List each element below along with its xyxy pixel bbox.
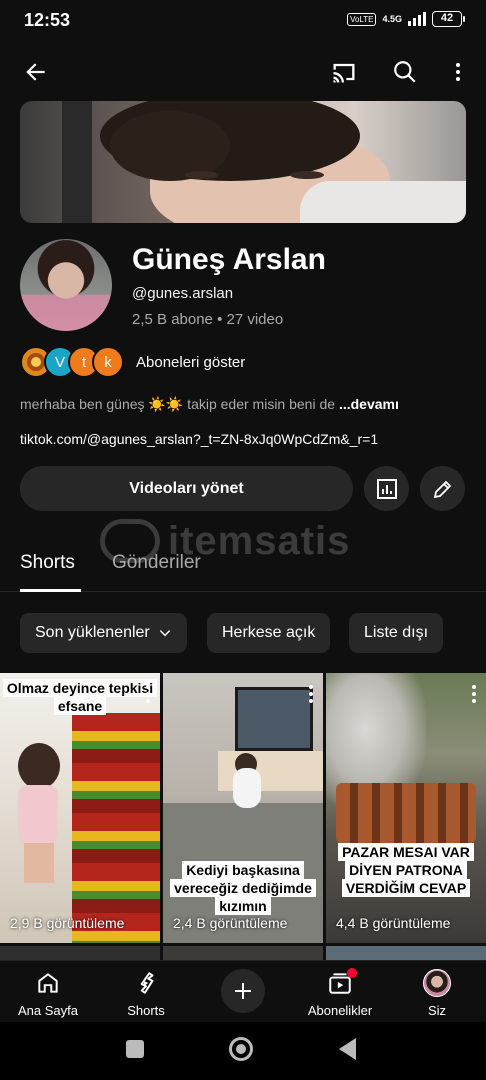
- notification-dot: [347, 968, 357, 978]
- active-tab-indicator: [20, 589, 81, 592]
- nav-home-label: Ana Sayfa: [18, 1003, 78, 1018]
- bottom-navigation: Ana Sayfa Shorts Abonelikler Siz: [0, 960, 486, 1022]
- short-menu-button[interactable]: [146, 685, 150, 706]
- bio-text: merhaba ben güneş ☀️☀️ takip eder misin …: [20, 396, 339, 412]
- short-views: 2,9 B görüntüleme: [10, 915, 125, 931]
- shorts-icon: [140, 972, 154, 994]
- sort-chip[interactable]: Son yüklenenler: [20, 613, 187, 653]
- battery-icon: 42: [432, 11, 465, 27]
- system-navigation-bar: [0, 1022, 486, 1080]
- subscriber-avatar: k: [92, 346, 124, 378]
- back-system-button[interactable]: [339, 1038, 356, 1060]
- status-time: 12:53: [24, 10, 71, 30]
- short-thumbnail[interactable]: Olmaz deyince tepkisi efsane 2,9 B görün…: [0, 673, 160, 943]
- short-caption: Kediyi başkasına vereceğiz dediğimde kız…: [163, 861, 323, 915]
- create-button[interactable]: [221, 969, 265, 1013]
- more-vert-icon: [456, 63, 460, 81]
- edit-pencil-icon: [433, 480, 451, 498]
- nav-subscriptions-label: Abonelikler: [307, 1003, 373, 1018]
- tab-shorts[interactable]: Shorts: [20, 552, 75, 574]
- channel-name: Güneş Arslan: [132, 243, 326, 276]
- short-menu-button[interactable]: [309, 685, 313, 706]
- nav-shorts[interactable]: Shorts: [106, 967, 186, 1018]
- channel-link[interactable]: tiktok.com/@agunes_arslan?_t=ZN-8xJq0WpC…: [20, 431, 378, 447]
- analytics-icon: [376, 478, 397, 499]
- short-thumbnail[interactable]: PAZAR MESAI VAR DİYEN PATRONA VERDİĞİM C…: [326, 673, 486, 943]
- public-filter-chip[interactable]: Herkese açık: [207, 613, 331, 653]
- short-views: 2,4 B görüntüleme: [173, 915, 288, 931]
- short-thumbnail[interactable]: Kediyi başkasına vereceğiz dediğimde kız…: [163, 673, 323, 943]
- system-icons: VoLTE 4.5G 42: [347, 11, 465, 27]
- channel-avatar[interactable]: [20, 239, 112, 331]
- search-button[interactable]: [381, 48, 429, 96]
- channel-banner[interactable]: [20, 101, 466, 223]
- short-menu-button[interactable]: [472, 685, 476, 706]
- tab-posts[interactable]: Gönderiler: [112, 552, 201, 574]
- recents-button[interactable]: [126, 1040, 144, 1058]
- channel-tabs: Shorts Gönderiler: [0, 540, 486, 592]
- short-caption: Olmaz deyince tepkisi efsane: [0, 679, 160, 715]
- back-button[interactable]: [12, 48, 60, 96]
- short-views: 4,4 B görüntüleme: [336, 915, 451, 931]
- home-icon: [38, 973, 58, 993]
- unlisted-filter-chip[interactable]: Liste dışı: [349, 613, 444, 653]
- edit-channel-button[interactable]: [420, 466, 465, 511]
- home-system-button[interactable]: [229, 1037, 253, 1061]
- nav-home[interactable]: Ana Sayfa: [8, 967, 88, 1018]
- bio-more-link[interactable]: ...devamı: [339, 396, 399, 412]
- show-subscribers-link[interactable]: Aboneleri göster: [136, 354, 245, 371]
- short-thumbnail-partial[interactable]: [0, 946, 160, 960]
- user-avatar: [423, 969, 451, 997]
- top-app-bar: [0, 48, 486, 96]
- sort-chip-label: Son yüklenenler: [35, 624, 150, 641]
- cast-icon: [333, 63, 355, 83]
- plus-icon: [235, 983, 251, 999]
- subscribers-row[interactable]: V t k Aboneleri göster: [20, 346, 245, 378]
- status-bar: 12:53 VoLTE 4.5G 42: [0, 0, 486, 40]
- short-thumbnail-partial[interactable]: [326, 946, 486, 960]
- back-arrow-icon: [26, 63, 45, 81]
- cast-button[interactable]: [320, 48, 368, 96]
- more-options-button[interactable]: [434, 48, 482, 96]
- channel-handle: @gunes.arslan: [132, 285, 234, 302]
- nav-you[interactable]: Siz: [397, 967, 477, 1018]
- short-caption: PAZAR MESAI VAR DİYEN PATRONA VERDİĞİM C…: [326, 843, 486, 897]
- nav-subscriptions[interactable]: Abonelikler: [300, 967, 380, 1018]
- channel-stats: 2,5 B abone • 27 video: [132, 311, 284, 328]
- volte-icon: VoLTE: [347, 12, 377, 26]
- signal-icon: [408, 12, 426, 26]
- analytics-button[interactable]: [364, 466, 409, 511]
- channel-bio[interactable]: merhaba ben güneş ☀️☀️ takip eder misin …: [20, 396, 399, 413]
- chevron-down-icon: [159, 630, 170, 637]
- nav-shorts-label: Shorts: [127, 1003, 165, 1018]
- manage-videos-button[interactable]: Videoları yönet: [20, 466, 353, 511]
- battery-level: 42: [440, 12, 454, 24]
- search-icon: [394, 61, 416, 83]
- network-type: 4.5G: [382, 13, 402, 24]
- nav-you-label: Siz: [427, 1003, 447, 1018]
- short-thumbnail-partial[interactable]: [163, 946, 323, 960]
